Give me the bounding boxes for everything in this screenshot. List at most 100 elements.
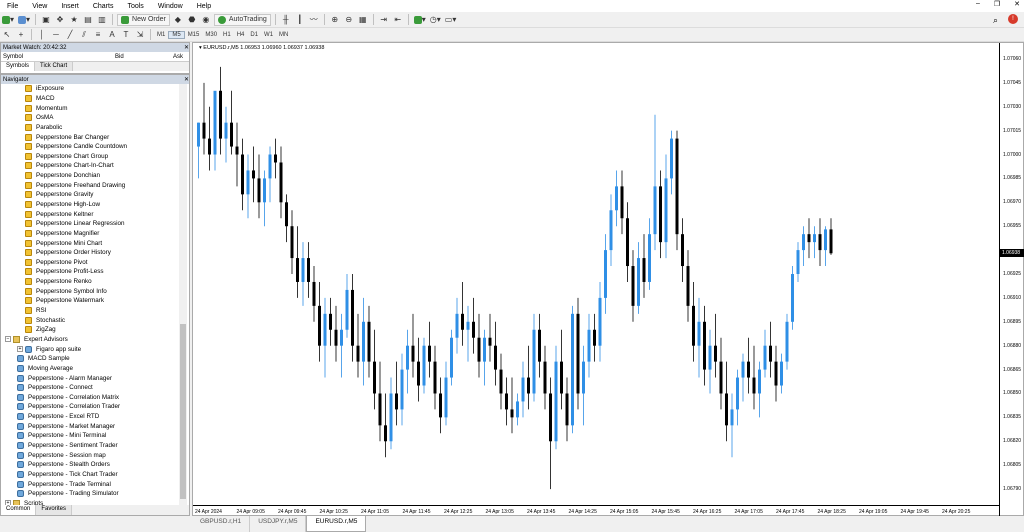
tile-windows-icon[interactable]: ▦ bbox=[357, 14, 369, 26]
menu-charts[interactable]: Charts bbox=[86, 3, 121, 10]
chart-tab-usdjpy[interactable]: USDJPY.r,M5 bbox=[250, 516, 307, 532]
candlestick-chart[interactable] bbox=[193, 43, 999, 505]
close-icon[interactable]: ✕ bbox=[1014, 0, 1020, 8]
menu-window[interactable]: Window bbox=[151, 3, 190, 10]
expert-advisor-item[interactable]: Pepperstone - Connect bbox=[1, 383, 180, 393]
channel-icon[interactable]: ⫽ bbox=[78, 29, 90, 41]
expert-advisor-item[interactable]: Moving Average bbox=[1, 364, 180, 374]
horizontal-line-icon[interactable]: ─ bbox=[50, 29, 62, 41]
timeframe-h1[interactable]: H1 bbox=[220, 32, 234, 38]
line-chart-icon[interactable]: 〰 bbox=[308, 14, 320, 26]
menu-help[interactable]: Help bbox=[190, 3, 218, 10]
market-icon[interactable]: ◉ bbox=[200, 14, 212, 26]
search-icon[interactable]: ⌕ bbox=[993, 15, 998, 26]
indicator-item[interactable]: Parabolic bbox=[1, 123, 180, 133]
indicator-item[interactable]: Pepperstone Keltner bbox=[1, 209, 180, 219]
indicator-item[interactable]: Pepperstone Profit-Less bbox=[1, 267, 180, 277]
indicator-item[interactable]: iExposure bbox=[1, 84, 180, 94]
menu-tools[interactable]: Tools bbox=[120, 3, 150, 10]
timeframe-m15[interactable]: M15 bbox=[185, 32, 203, 38]
indicator-item[interactable]: Pepperstone Chart-In-Chart bbox=[1, 161, 180, 171]
label-tool-icon[interactable]: T bbox=[120, 29, 132, 41]
tab-favorites[interactable]: Favorites bbox=[36, 505, 73, 515]
expert-advisor-item[interactable]: + Figaro app suite bbox=[1, 344, 180, 354]
navigator-icon[interactable]: ★ bbox=[68, 14, 80, 26]
timeframe-m30[interactable]: M30 bbox=[202, 32, 220, 38]
navigator-scrollbar[interactable] bbox=[179, 84, 187, 506]
indicator-item[interactable]: Pepperstone Symbol Info bbox=[1, 286, 180, 296]
expert-advisor-item[interactable]: Pepperstone - Stealth Orders bbox=[1, 460, 180, 470]
chart-tab-gbpusd[interactable]: GBPUSD.r,H1 bbox=[192, 516, 251, 532]
folder-expert-advisors[interactable]: − Expert Advisors bbox=[1, 335, 180, 345]
indicator-item[interactable]: Pepperstone Magnifier bbox=[1, 229, 180, 239]
indicator-item[interactable]: Pepperstone High-Low bbox=[1, 200, 180, 210]
indicator-item[interactable]: Pepperstone Chart Group bbox=[1, 151, 180, 161]
profiles-button[interactable]: ▾ bbox=[17, 14, 31, 26]
expert-advisor-item[interactable]: Pepperstone - Mini Terminal bbox=[1, 431, 180, 441]
minimize-icon[interactable]: – bbox=[976, 0, 980, 8]
expert-advisor-item[interactable]: Pepperstone - Correlation Trader bbox=[1, 402, 180, 412]
indicator-item[interactable]: Pepperstone Donchian bbox=[1, 171, 180, 181]
chart-shift-icon[interactable]: ⇥ bbox=[378, 14, 390, 26]
indicator-item[interactable]: Pepperstone Freehand Drawing bbox=[1, 180, 180, 190]
scrollbar-thumb[interactable] bbox=[180, 324, 186, 499]
trendline-icon[interactable]: ╱ bbox=[64, 29, 76, 41]
price-axis[interactable]: 1.07060 1.07045 1.07030 1.07015 1.07000 1.069… bbox=[999, 43, 1024, 517]
notification-icon[interactable]: ! bbox=[1008, 14, 1018, 24]
column-bid[interactable]: Bid bbox=[115, 54, 173, 60]
indicator-item[interactable]: Stochastic bbox=[1, 315, 180, 325]
arrows-icon[interactable]: ⇲ bbox=[134, 29, 146, 41]
indicator-item[interactable]: Pepperstone Watermark bbox=[1, 296, 180, 306]
indicator-item[interactable]: RSI bbox=[1, 306, 180, 316]
fibonacci-icon[interactable]: ≡ bbox=[92, 29, 104, 41]
signals-icon[interactable]: ⬣ bbox=[186, 14, 198, 26]
indicator-item[interactable]: Pepperstone Linear Regression bbox=[1, 219, 180, 229]
timeframe-mn[interactable]: MN bbox=[276, 32, 291, 38]
data-window-icon[interactable]: ✥ bbox=[54, 14, 66, 26]
expert-advisor-item[interactable]: Pepperstone - Trade Terminal bbox=[1, 479, 180, 489]
expert-advisor-item[interactable]: Pepperstone - Correlation Matrix bbox=[1, 393, 180, 403]
collapse-icon[interactable]: − bbox=[5, 336, 11, 343]
timeframe-m1[interactable]: M1 bbox=[154, 32, 168, 38]
expert-advisor-item[interactable]: Pepperstone - Session map bbox=[1, 450, 180, 460]
tab-symbols[interactable]: Symbols bbox=[1, 62, 36, 71]
indicator-item[interactable]: Pepperstone Gravity bbox=[1, 190, 180, 200]
navigator-close-icon[interactable]: ✕ bbox=[184, 76, 189, 83]
crosshair-icon[interactable]: + bbox=[15, 29, 27, 41]
menu-insert[interactable]: Insert bbox=[54, 3, 86, 10]
chart-tab-eurusd[interactable]: EURUSD.r,M5 bbox=[306, 516, 367, 532]
market-watch-icon[interactable]: ▣ bbox=[40, 14, 52, 26]
candlestick-icon[interactable]: ┃ bbox=[294, 14, 306, 26]
tab-common[interactable]: Common bbox=[1, 505, 37, 515]
indicator-item[interactable]: Pepperstone Bar Changer bbox=[1, 132, 180, 142]
indicator-item[interactable]: Pepperstone Order History bbox=[1, 248, 180, 258]
expert-advisor-item[interactable]: Pepperstone - Tick Chart Trader bbox=[1, 470, 180, 480]
expert-advisor-item[interactable]: Pepperstone - Alarm Manager bbox=[1, 373, 180, 383]
strategy-tester-icon[interactable]: ▥ bbox=[96, 14, 108, 26]
new-order-button[interactable]: New Order bbox=[117, 13, 170, 26]
expert-advisor-item[interactable]: Pepperstone - Trading Simulator bbox=[1, 489, 180, 499]
menu-file[interactable]: File bbox=[0, 3, 25, 10]
timeframe-w1[interactable]: W1 bbox=[261, 32, 276, 38]
expert-advisor-item[interactable]: Pepperstone - Market Manager bbox=[1, 421, 180, 431]
indicator-item[interactable]: ZigZag bbox=[1, 325, 180, 335]
zoom-out-icon[interactable]: ⊖ bbox=[343, 14, 355, 26]
column-ask[interactable]: Ask bbox=[173, 54, 183, 60]
cursor-icon[interactable]: ↖ bbox=[1, 29, 13, 41]
metaeditor-icon[interactable]: ◆ bbox=[172, 14, 184, 26]
tab-tick-chart[interactable]: Tick Chart bbox=[35, 62, 74, 71]
timeframe-d1[interactable]: D1 bbox=[247, 32, 261, 38]
expand-icon[interactable]: + bbox=[17, 346, 23, 353]
panel-close-icon[interactable]: ✕ bbox=[184, 44, 189, 51]
vertical-line-icon[interactable]: │ bbox=[36, 29, 48, 41]
bar-chart-icon[interactable]: ╫ bbox=[280, 14, 292, 26]
menu-view[interactable]: View bbox=[25, 3, 54, 10]
zoom-in-icon[interactable]: ⊕ bbox=[329, 14, 341, 26]
templates-icon[interactable]: ▭▾ bbox=[444, 14, 458, 26]
periods-icon[interactable]: ◷▾ bbox=[429, 14, 442, 26]
indicator-item[interactable]: OsMA bbox=[1, 113, 180, 123]
terminal-icon[interactable]: ▤ bbox=[82, 14, 94, 26]
indicator-item[interactable]: Pepperstone Pivot bbox=[1, 258, 180, 268]
autoscroll-icon[interactable]: ⇤ bbox=[392, 14, 404, 26]
chart-window[interactable]: ▾ EURUSD.r,M5 1.06953 1.06960 1.06937 1.… bbox=[192, 42, 1024, 517]
